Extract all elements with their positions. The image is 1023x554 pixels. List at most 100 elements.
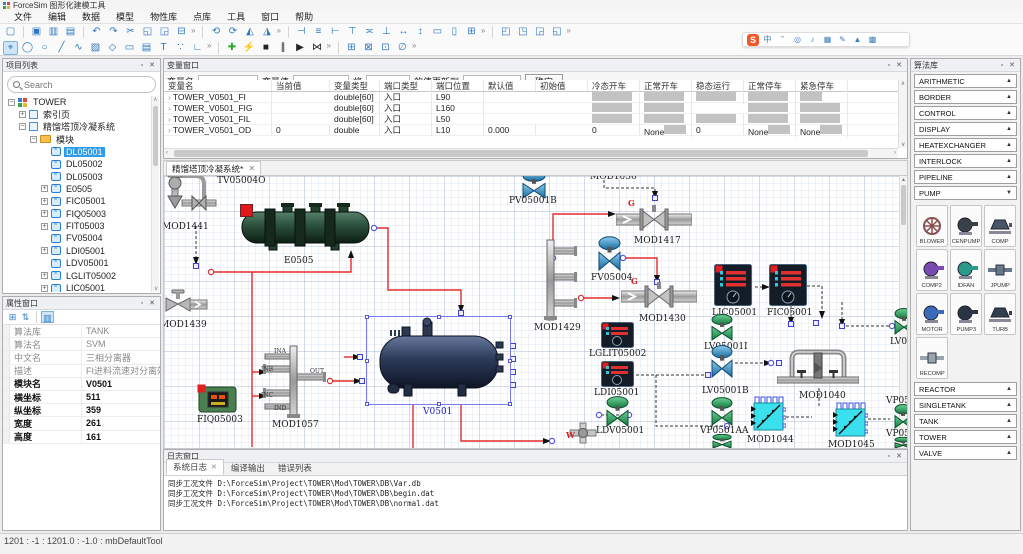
variables-close-icon[interactable]: ✕	[894, 61, 904, 69]
ime-handwrite-icon[interactable]: ✎	[836, 35, 849, 44]
library-section-TANK[interactable]: TANK▲	[914, 414, 1017, 428]
column-header-11[interactable]: 正常停车	[744, 80, 796, 91]
variable-table-hscrollbar[interactable]: ‹›	[164, 148, 898, 158]
run-icon[interactable]: ▶	[292, 41, 307, 55]
save-icon[interactable]: ▣	[29, 25, 44, 39]
align-left-icon[interactable]: ⊣	[294, 25, 309, 39]
zoom-shrink-icon[interactable]: ⊠	[361, 41, 376, 55]
variables-float-icon[interactable]: ▫	[884, 62, 894, 69]
log-tab-编译输出[interactable]: 编译输出	[225, 461, 271, 475]
ime-chinese-icon[interactable]: 中	[761, 34, 774, 45]
equipment-LGLIT05002[interactable]	[601, 322, 634, 348]
menu-property-lib[interactable]: 物性库	[142, 11, 185, 24]
ime-voice-icon[interactable]: ♪	[806, 35, 819, 44]
library-item-TURB[interactable]: TURB	[984, 293, 1016, 335]
tree-expander-icon[interactable]: +	[19, 111, 26, 118]
property-value[interactable]: 161	[82, 432, 160, 442]
library-section-ARITHMETIC[interactable]: ARITHMETIC▲	[914, 74, 1017, 88]
tree-item-模块[interactable]: −模块	[4, 133, 151, 145]
redo-icon[interactable]: ↷	[106, 25, 121, 39]
toolbar-overflow-icon[interactable]: »	[481, 26, 485, 35]
ime-skin-icon[interactable]: ▲	[851, 35, 864, 44]
properties-close-icon[interactable]: ✕	[147, 299, 157, 307]
column-header-1[interactable]: 变量名	[164, 80, 272, 91]
equipment-MOD1429[interactable]	[541, 238, 581, 322]
add-run-icon[interactable]: ✚	[224, 41, 239, 55]
library-item-CENPUMP[interactable]: CENPUMP	[950, 205, 982, 247]
cut-icon[interactable]: ✂	[123, 25, 138, 39]
column-header-5[interactable]: 端口位置	[432, 80, 484, 91]
library-section-BORDER[interactable]: BORDER▲	[914, 90, 1017, 104]
row-expander-icon[interactable]: ›	[168, 92, 171, 102]
tree-item-索引页[interactable]: +索引页	[4, 108, 151, 120]
line-tool-icon[interactable]: ╱	[54, 41, 69, 55]
equipment-cvalve[interactable]	[711, 434, 733, 449]
send-backward-icon[interactable]: ◱	[549, 25, 564, 39]
library-float-icon[interactable]: ▫	[997, 62, 1007, 69]
equipment-redsq[interactable]	[240, 204, 253, 217]
selection-handle[interactable]	[437, 402, 441, 406]
variable-table-vscrollbar[interactable]: ∧∨	[898, 80, 907, 148]
equipment-cvalve[interactable]	[893, 404, 908, 430]
log-float-icon[interactable]: ▫	[884, 453, 894, 460]
row-expander-icon[interactable]: ›	[168, 125, 171, 135]
zoom-expand-icon[interactable]: ⊞	[344, 41, 359, 55]
tree-expander-icon[interactable]: −	[30, 136, 37, 143]
same-size-icon[interactable]: ⊞	[464, 25, 479, 39]
tree-expander-icon[interactable]: −	[8, 99, 15, 106]
menu-window[interactable]: 窗口	[253, 11, 287, 24]
bring-forward-icon[interactable]: ◲	[532, 25, 547, 39]
toolbar-overflow-icon[interactable]: »	[566, 26, 570, 35]
selection-handle[interactable]	[508, 359, 512, 363]
library-section-VALVE[interactable]: VALVE▲	[914, 446, 1017, 460]
column-header-2[interactable]: 当前值	[272, 80, 330, 91]
rect-tool-icon[interactable]: ▭	[122, 41, 137, 55]
paste-icon[interactable]: ◲	[157, 25, 172, 39]
align-middle-icon[interactable]: ≍	[362, 25, 377, 39]
selection-handle[interactable]	[365, 359, 369, 363]
flip-horizontal-icon[interactable]: ◮	[259, 25, 274, 39]
library-section-TOWER[interactable]: TOWER▲	[914, 430, 1017, 444]
toolbar-overflow-icon[interactable]: »	[326, 41, 330, 50]
pause-icon[interactable]: ∥	[275, 41, 290, 55]
column-header-4[interactable]: 端口类型	[380, 80, 432, 91]
tree-item-DL05002[interactable]: DL05002	[4, 158, 151, 170]
tree-item-FV05004[interactable]: FV05004	[4, 232, 151, 244]
properties-float-icon[interactable]: ▫	[137, 300, 147, 307]
align-bottom-icon[interactable]: ⊥	[379, 25, 394, 39]
library-item-BLOWER[interactable]: BLOWER	[916, 205, 948, 247]
tree-expander-icon[interactable]: +	[41, 272, 48, 279]
library-item-PUMP3[interactable]: PUMP3	[950, 293, 982, 335]
distribute-vertical-icon[interactable]: ↕	[413, 25, 428, 39]
tree-expander-icon[interactable]: +	[41, 285, 48, 292]
equipment-cvalve[interactable]	[893, 437, 908, 449]
tree-item-TOWER[interactable]: −TOWER	[4, 96, 151, 108]
ime-toolbar[interactable]: S中”◎♪▦✎▲▩	[742, 32, 910, 47]
curve-tool-icon[interactable]: ∿	[71, 41, 86, 55]
zoom-off-icon[interactable]: ∅	[395, 41, 410, 55]
tree-item-FIQ05003[interactable]: +FIQ05003	[4, 208, 151, 220]
search-box[interactable]	[7, 76, 156, 93]
save-all-icon[interactable]: ▥	[46, 25, 61, 39]
tree-item-FIT05003[interactable]: +FIT05003	[4, 220, 151, 232]
equipment-LDV05001[interactable]	[605, 396, 630, 428]
rotate-left-icon[interactable]: ⟲	[208, 25, 223, 39]
property-value[interactable]: V0501	[82, 379, 160, 389]
library-section-INTERLOCK[interactable]: INTERLOCK▲	[914, 154, 1017, 168]
library-section-CONTROL[interactable]: CONTROL▲	[914, 106, 1017, 120]
equipment-MOD1044[interactable]	[751, 396, 786, 434]
distribute-horizontal-icon[interactable]: ↔	[396, 25, 411, 39]
tree-expander-icon[interactable]: +	[41, 247, 48, 254]
equipment-LDI05001[interactable]	[601, 361, 634, 387]
library-item-COMP2[interactable]: COMP2	[916, 249, 948, 291]
image-tool-icon[interactable]: ▧	[88, 41, 103, 55]
equipment-LV05001I[interactable]	[710, 314, 734, 342]
circle-tool-icon[interactable]: ○	[37, 41, 52, 55]
equipment-MOD1417[interactable]	[616, 204, 692, 234]
menu-file[interactable]: 文件	[6, 11, 40, 24]
equipment-LIC05001[interactable]	[714, 264, 752, 306]
tree-item-LDV05001[interactable]: LDV05001	[4, 257, 151, 269]
library-section-HEATEXCHANGER[interactable]: HEATEXCHANGER▲	[914, 138, 1017, 152]
project-close-icon[interactable]: ✕	[147, 61, 157, 69]
tree-item-精馏塔顶冷凝系统[interactable]: −精馏塔顶冷凝系统	[4, 121, 151, 133]
